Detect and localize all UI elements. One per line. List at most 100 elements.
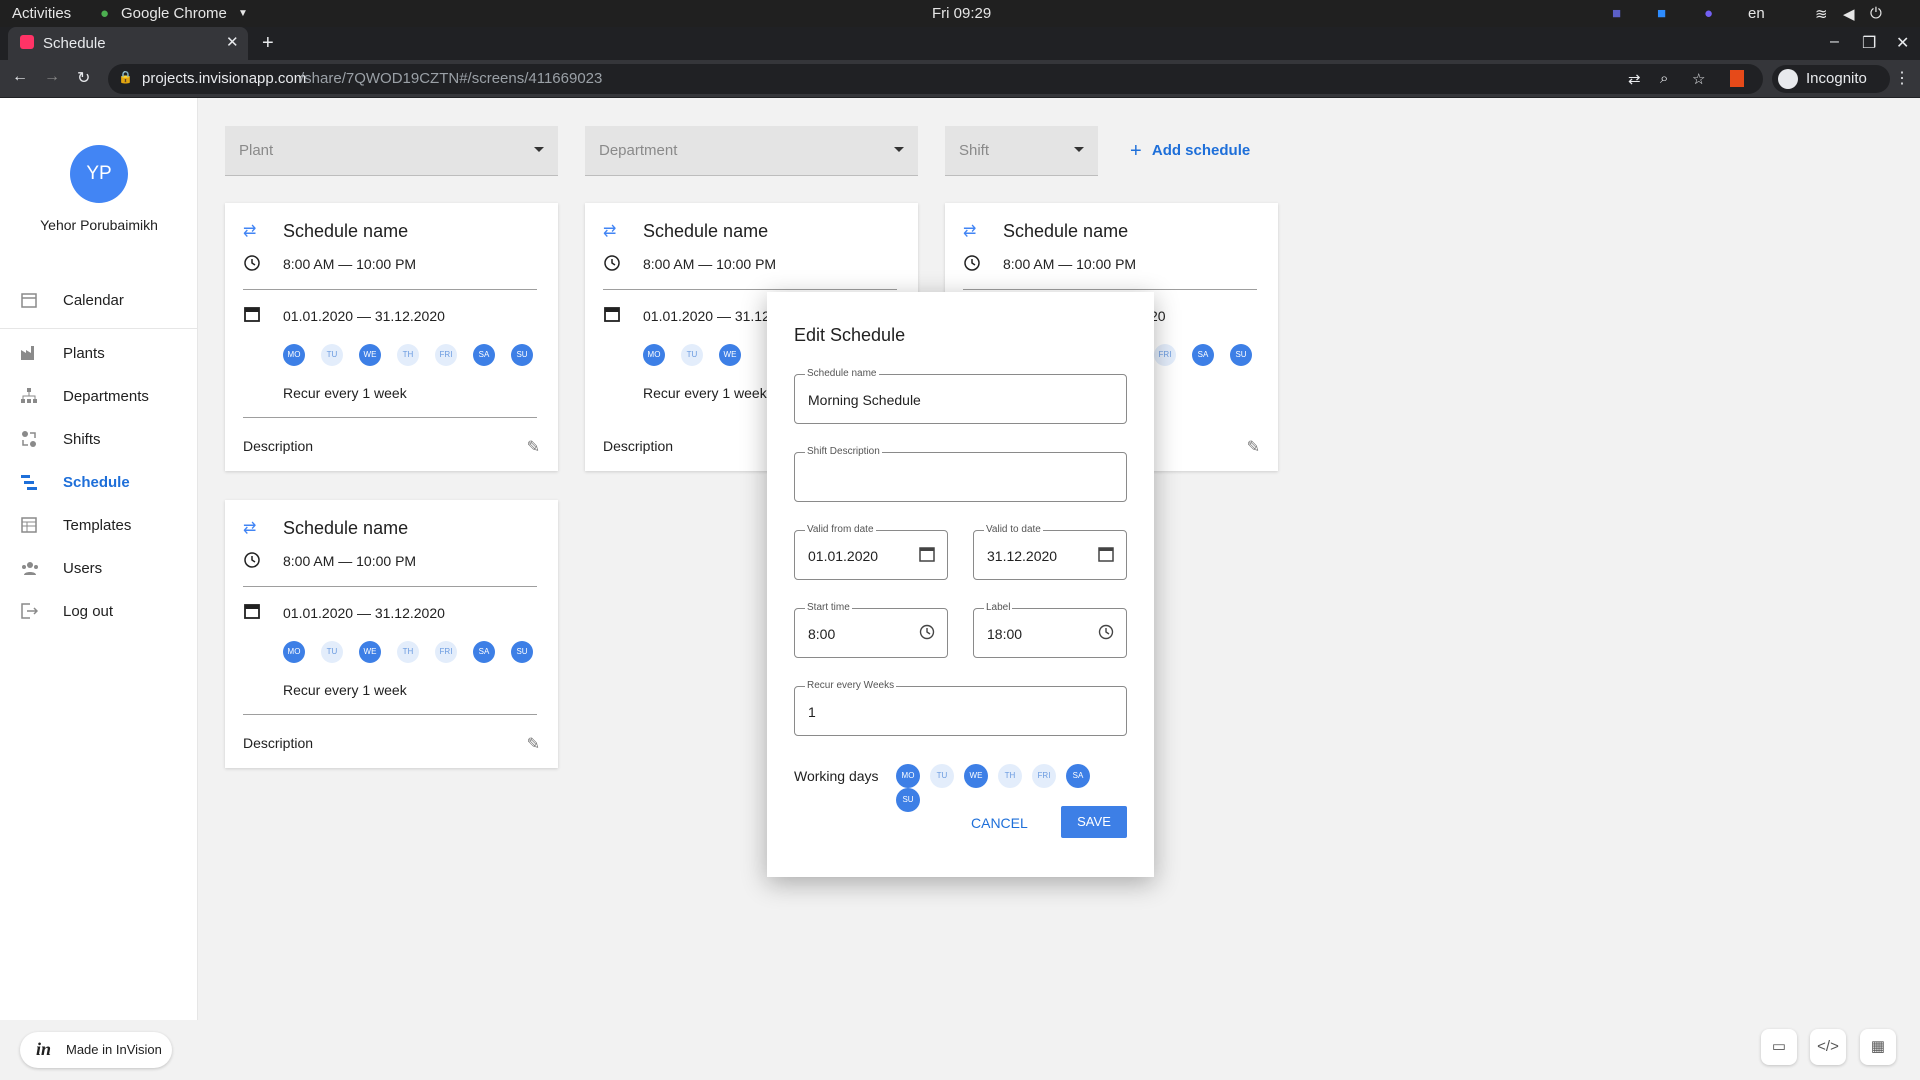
clock-icon — [243, 551, 261, 574]
recur-weeks-field[interactable]: Recur every Weeks 1 — [794, 680, 1127, 736]
clock[interactable]: Fri 09:29 — [932, 5, 991, 22]
day-chip[interactable]: TH — [397, 641, 419, 663]
code-icon[interactable]: </> — [1810, 1029, 1846, 1065]
day-chip[interactable]: MO — [283, 344, 305, 366]
day-chip[interactable]: MO — [896, 764, 920, 788]
close-window-icon[interactable]: ✕ — [1896, 33, 1909, 53]
forward-icon[interactable]: → — [44, 68, 60, 86]
day-chip[interactable]: SA — [1192, 344, 1214, 366]
day-chip[interactable]: FRI — [435, 641, 457, 663]
day-chip[interactable]: FRI — [435, 344, 457, 366]
field-value: 31.12.2020 — [987, 548, 1058, 564]
incognito-badge[interactable]: Incognito — [1772, 65, 1890, 93]
maximize-icon[interactable]: ❐ — [1862, 33, 1876, 53]
back-icon[interactable]: ← — [12, 68, 28, 86]
schedule-name: Schedule name — [283, 221, 409, 241]
day-chip[interactable]: FRI — [1032, 764, 1056, 788]
sidebar-item-shifts[interactable]: Shifts — [0, 420, 198, 460]
day-chip[interactable]: SA — [1066, 764, 1090, 788]
day-chip[interactable]: WE — [964, 764, 988, 788]
valid-to-date-field[interactable]: Valid to date 31.12.2020 — [973, 524, 1127, 580]
schedule-card[interactable]: ⇄ Schedule name 8:00 AM — 10:00 PM 01.01… — [225, 500, 558, 768]
shift-select[interactable]: Shift — [945, 126, 1098, 176]
zoom-icon[interactable]: ■ — [1657, 5, 1666, 22]
day-chip[interactable]: TU — [321, 641, 343, 663]
chrome-icon: ● — [100, 5, 110, 22]
add-schedule-button[interactable]: + Add schedule — [1130, 140, 1250, 163]
day-chip[interactable]: WE — [719, 344, 741, 366]
new-tab-icon[interactable]: + — [262, 32, 274, 55]
reload-icon[interactable]: ↻ — [77, 68, 90, 88]
shift-select-label: Shift — [959, 142, 990, 159]
close-icon[interactable]: ✕ — [226, 33, 239, 51]
language-indicator[interactable]: en — [1748, 5, 1765, 22]
user-name: Yehor Porubaimikh — [40, 217, 158, 233]
plant-select[interactable]: Plant — [225, 126, 558, 176]
day-chip[interactable]: WE — [359, 641, 381, 663]
calendar-icon — [243, 602, 261, 625]
day-chip[interactable]: FRI — [1154, 344, 1176, 366]
made-in-invision-badge[interactable]: in Made in InVision — [20, 1032, 172, 1068]
minimize-icon[interactable]: – — [1830, 33, 1839, 51]
menu-kebab-icon[interactable]: ⋮ — [1894, 68, 1910, 88]
translate-icon[interactable]: ⇄ — [1628, 70, 1641, 88]
day-chip[interactable]: MO — [643, 344, 665, 366]
sidebar-item-label: Shifts — [63, 431, 101, 448]
tab-title: Schedule — [43, 35, 106, 52]
calendar-icon[interactable] — [1098, 546, 1114, 567]
address-bar[interactable]: 🔒 projects.invisionapp.com /share/7QWOD1… — [108, 64, 1763, 94]
clock-icon[interactable] — [919, 624, 935, 645]
shift-description-field[interactable]: Shift Description — [794, 446, 1127, 502]
department-select[interactable]: Department — [585, 126, 918, 176]
day-chip[interactable]: MO — [283, 641, 305, 663]
cancel-button[interactable]: CANCEL — [971, 815, 1028, 831]
schedule-time: 8:00 AM — 10:00 PM — [1003, 256, 1137, 272]
calendar-icon[interactable] — [919, 546, 935, 567]
zoom-search-icon[interactable]: ⌕ — [1660, 70, 1668, 87]
edit-pencil-icon[interactable]: ✎ — [1247, 437, 1260, 457]
sidebar-item-templates[interactable]: Templates — [0, 506, 198, 546]
day-chip[interactable]: TU — [321, 344, 343, 366]
edit-pencil-icon[interactable]: ✎ — [527, 734, 540, 754]
sidebar-item-users[interactable]: Users — [0, 549, 198, 589]
invision-favicon-icon — [20, 35, 34, 49]
office-extension-icon[interactable] — [1730, 70, 1744, 87]
day-chip[interactable]: TU — [930, 764, 954, 788]
day-chip[interactable]: SA — [473, 641, 495, 663]
grid-icon[interactable]: ▦ — [1860, 1029, 1896, 1065]
sidebar-item-departments[interactable]: Departments — [0, 377, 198, 417]
day-chip[interactable]: TH — [397, 344, 419, 366]
wifi-icon[interactable]: ≋ — [1815, 5, 1828, 23]
sidebar-item-plants[interactable]: Plants — [0, 334, 198, 374]
day-chip[interactable]: SU — [896, 788, 920, 812]
browser-tab[interactable]: Schedule ✕ — [8, 27, 248, 60]
valid-from-date-field[interactable]: Valid from date 01.01.2020 — [794, 524, 948, 580]
day-chip[interactable]: SU — [511, 641, 533, 663]
comment-icon[interactable]: ▭ — [1761, 1029, 1797, 1065]
activities-button[interactable]: Activities — [12, 5, 71, 22]
edit-pencil-icon[interactable]: ✎ — [527, 437, 540, 457]
bookmark-star-icon[interactable]: ☆ — [1692, 70, 1705, 88]
sidebar-item-logout[interactable]: Log out — [0, 592, 198, 632]
teams-icon[interactable]: ■ — [1612, 5, 1621, 22]
app-menu[interactable]: Google Chrome — [121, 5, 227, 22]
start-time-field[interactable]: Start time 8:00 — [794, 602, 948, 658]
day-chip[interactable]: SU — [511, 344, 533, 366]
field-label: Schedule name — [805, 368, 879, 379]
day-chip[interactable]: SA — [473, 344, 495, 366]
clock-icon[interactable] — [1098, 624, 1114, 645]
avatar[interactable]: YP — [70, 145, 128, 203]
day-chip[interactable]: WE — [359, 344, 381, 366]
power-icon[interactable]: ⏻ — [1870, 5, 1882, 22]
volume-icon[interactable]: ◀ — [1843, 5, 1855, 23]
viber-icon[interactable]: ● — [1704, 5, 1713, 22]
day-chip[interactable]: TH — [998, 764, 1022, 788]
day-chip[interactable]: TU — [681, 344, 703, 366]
schedule-name-field[interactable]: Schedule name Morning Schedule — [794, 368, 1127, 424]
sidebar-item-schedule[interactable]: Schedule — [0, 463, 198, 503]
day-chip[interactable]: SU — [1230, 344, 1252, 366]
sidebar-item-calendar[interactable]: Calendar — [0, 281, 198, 321]
schedule-card[interactable]: ⇄ Schedule name 8:00 AM — 10:00 PM 01.01… — [225, 203, 558, 471]
end-time-field[interactable]: Label 18:00 — [973, 602, 1127, 658]
save-button[interactable]: SAVE — [1061, 806, 1127, 838]
